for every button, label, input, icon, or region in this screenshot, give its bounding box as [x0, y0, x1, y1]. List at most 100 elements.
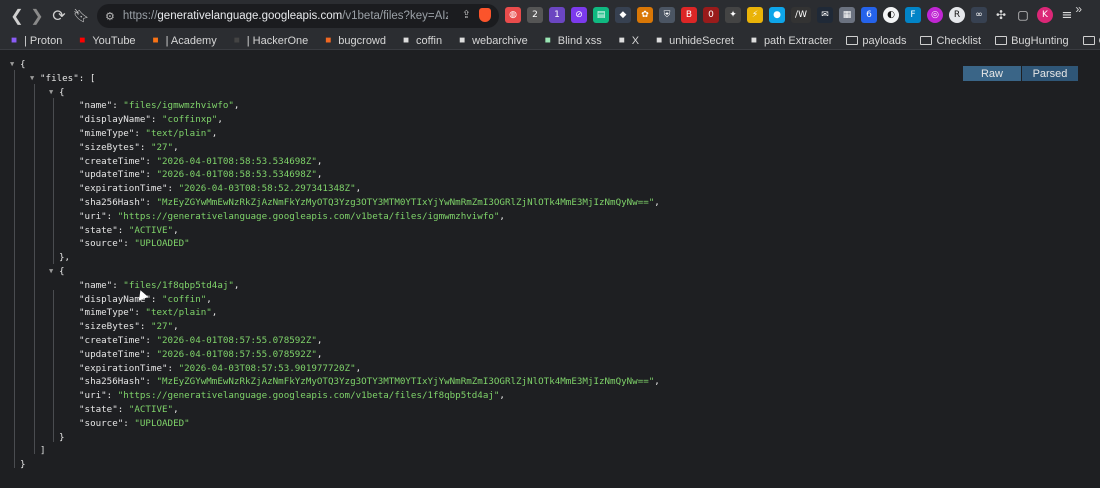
json-punct: ,	[499, 210, 505, 222]
json-string-value: "files/igmwmzhviwfo"	[123, 100, 234, 112]
extension-icon[interactable]: 6	[861, 7, 877, 23]
globe-icon: ■	[656, 35, 663, 46]
bookmark-label: unhideSecret	[669, 34, 734, 47]
forward-icon[interactable]: ❯	[26, 4, 48, 28]
parsed-button[interactable]: Parsed	[1022, 66, 1078, 81]
json-close-bracket: ]	[40, 445, 46, 457]
extension-icon[interactable]: ✉	[817, 7, 833, 23]
bookmark-item[interactable]: payloads	[846, 35, 906, 47]
brave-shield-icon[interactable]	[479, 8, 491, 22]
json-line: "uri": "https://generativelanguage.googl…	[79, 389, 505, 402]
extension-icon[interactable]: ▤	[593, 7, 609, 23]
profile-avatar[interactable]: K	[1037, 7, 1053, 23]
collapse-toggle-icon[interactable]: ▼	[30, 74, 34, 82]
bookmark-item[interactable]: ■ coffin	[400, 35, 442, 47]
puzzle-icon[interactable]: ✣	[993, 7, 1009, 23]
extension-icon[interactable]: R	[949, 7, 965, 23]
json-punct: ,	[499, 390, 505, 402]
extension-icon[interactable]: ◎	[927, 7, 943, 23]
json-punct: "displayName"	[79, 114, 151, 126]
json-line: "state": "ACTIVE",	[79, 224, 179, 237]
json-punct: :	[145, 376, 157, 388]
bookmark-item[interactable]: ■ bugcrowd	[322, 35, 386, 47]
json-line: "displayName": "coffinxp",	[79, 113, 223, 126]
extension-icon[interactable]: F	[905, 7, 921, 23]
json-line: "name": "files/1f8qbp5td4aj",	[79, 279, 239, 292]
proton-icon: ■	[10, 35, 18, 46]
collapse-toggle-icon[interactable]: ▼	[49, 88, 53, 96]
menu-icon[interactable]: ≡	[1059, 7, 1075, 23]
extension-icon[interactable]: 2	[527, 7, 543, 23]
address-bar[interactable]: ⚙ https://generativelanguage.googleapis.…	[97, 4, 499, 28]
raw-button[interactable]: Raw	[963, 66, 1021, 81]
extension-icon[interactable]: ✦	[725, 7, 741, 23]
bookmark-item[interactable]: ■ X	[616, 35, 639, 47]
json-punct: ,	[233, 100, 240, 112]
reload-icon[interactable]: ⟳	[48, 4, 70, 28]
bookmark-item[interactable]: ■ webarchive	[456, 35, 528, 47]
json-string-value: "27"	[150, 321, 174, 333]
json-punct: ,	[355, 362, 362, 374]
json-string-value: "https://generativelanguage.googleapis.c…	[117, 210, 500, 222]
json-punct: "sizeBytes"	[79, 321, 140, 333]
json-string-value: "coffin"	[162, 293, 207, 305]
json-string-value: "2026-04-03T08:58:52.297341348Z"	[178, 183, 356, 195]
x-icon: ■	[618, 35, 625, 46]
site-info-icon[interactable]: ⚙	[105, 10, 115, 23]
collapse-toggle-icon[interactable]: ▼	[49, 267, 53, 275]
json-punct: ,	[173, 141, 179, 153]
json-punct: "updateTime"	[79, 348, 146, 360]
bookmark-item[interactable]: BugHunting	[995, 35, 1069, 47]
bugcrowd-icon: ■	[325, 35, 332, 46]
extension-icon[interactable]: ⛨	[659, 7, 675, 23]
extension-icon[interactable]: /W	[791, 7, 811, 23]
bookmark-label: | HackerOne	[246, 34, 309, 47]
extension-icon[interactable]: ∞	[971, 7, 987, 23]
github-icon: ■	[402, 35, 410, 46]
json-line: "source": "UPLOADED"	[79, 417, 190, 430]
folder-icon	[920, 35, 933, 47]
json-punct: ,	[211, 128, 218, 139]
json-view-toggle: Raw Parsed	[963, 66, 1078, 81]
bookmark-icon[interactable]: 🔖︎	[70, 4, 92, 28]
extension-icon[interactable]: ✿	[637, 7, 653, 23]
json-line: "updateTime": "2026-04-01T08:57:55.07859…	[79, 348, 322, 361]
extensions-bar: ◍ 2 1 ⊘ ▤ ◆ ✿ ⛨ B 0 ✦ ⚡ ● /W ✉ ▦ 6 ◐ F ◎…	[505, 7, 1075, 23]
bookmark-label: X	[631, 34, 640, 47]
extension-icon[interactable]: ⊘	[571, 7, 587, 23]
extension-icon[interactable]: ◐	[883, 7, 899, 23]
json-punct: ,	[316, 348, 323, 360]
bookmark-item[interactable]: ■ path Extracter	[748, 35, 833, 47]
json-punct: },	[59, 252, 71, 264]
extension-icon[interactable]: ▦	[839, 7, 855, 23]
more-bookmarks-icon[interactable]: »	[1075, 2, 1082, 16]
extension-icon[interactable]: ●	[769, 7, 785, 23]
json-string-value: "coffinxp"	[162, 114, 218, 126]
bookmark-item[interactable]: Osint	[1082, 35, 1100, 47]
share-icon[interactable]: ⇪	[462, 8, 471, 22]
extension-icon[interactable]: 0	[703, 7, 719, 23]
json-line: {	[59, 265, 65, 278]
bookmark-item[interactable]: ■ | HackerOne	[231, 35, 309, 47]
extension-icon[interactable]: B	[681, 7, 697, 23]
json-punct: {	[59, 86, 65, 98]
bookmark-item[interactable]: ■ unhideSecret	[653, 35, 734, 47]
extension-icon[interactable]: ◆	[615, 7, 631, 23]
json-string-value: "ACTIVE"	[128, 404, 174, 415]
extension-icon[interactable]: 1	[549, 7, 565, 23]
extension-icon[interactable]: ◍	[505, 7, 521, 23]
indent-guide	[53, 290, 54, 442]
bookmark-label: webarchive	[472, 34, 528, 47]
bookmark-item[interactable]: ■ YouTube	[76, 35, 135, 47]
json-punct: :	[150, 293, 162, 305]
collapse-toggle-icon[interactable]: ▼	[10, 60, 14, 68]
json-line: "expirationTime": "2026-04-03T08:57:53.9…	[79, 362, 361, 375]
bookmark-item[interactable]: ■ Blind xss	[542, 35, 602, 47]
json-line: "name": "files/igmwmzhviwfo",	[79, 99, 239, 112]
bookmark-item[interactable]: ■ | Proton	[8, 35, 62, 47]
extension-icon[interactable]: ⚡	[747, 7, 763, 23]
bookmark-item[interactable]: Checklist	[920, 35, 981, 47]
downloads-icon[interactable]: ▢	[1015, 7, 1031, 23]
bookmark-item[interactable]: ■ | Academy	[150, 35, 217, 47]
back-icon[interactable]: ❮	[6, 4, 28, 28]
